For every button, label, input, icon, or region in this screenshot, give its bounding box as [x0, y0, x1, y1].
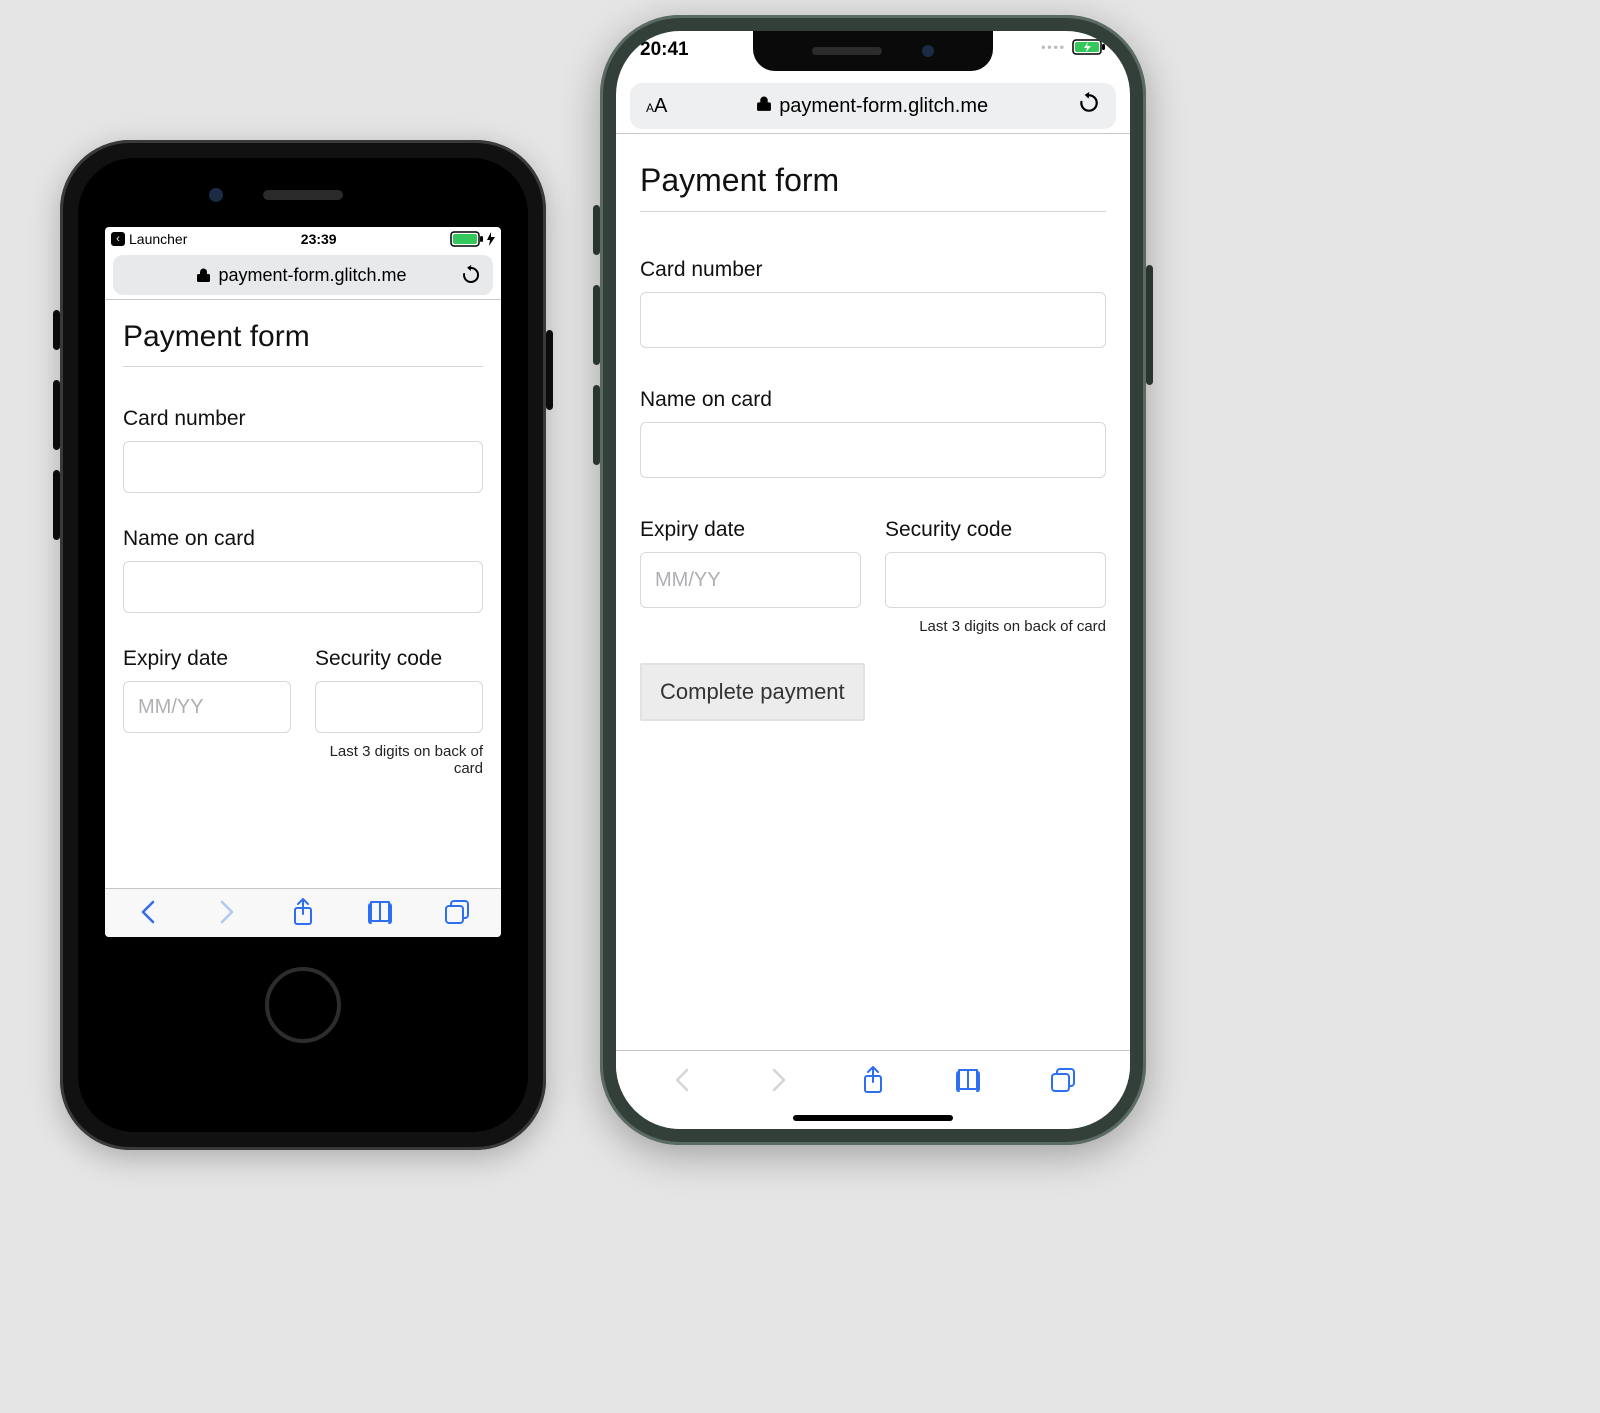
share-button[interactable] — [858, 1065, 888, 1095]
battery-indicator — [450, 231, 495, 247]
card-number-input[interactable] — [123, 441, 483, 493]
home-button[interactable] — [265, 967, 341, 1043]
cvc-group: Security code Last 3 digits on back of c… — [315, 647, 483, 777]
cellular-signal-icon: •••• — [1041, 40, 1066, 54]
name-on-card-label: Name on card — [640, 388, 1106, 412]
expiry-group: Expiry date — [640, 518, 861, 635]
mute-switch — [53, 310, 60, 350]
web-content: Payment form Card number Name on card Ex… — [616, 134, 1130, 1050]
cvc-label: Security code — [885, 518, 1106, 542]
name-on-card-group: Name on card — [123, 527, 483, 613]
cvc-hint: Last 3 digits on back of card — [885, 618, 1106, 635]
volume-down — [593, 385, 600, 465]
card-number-label: Card number — [123, 407, 483, 431]
web-content: Payment form Card number Name on card Ex… — [105, 300, 501, 888]
battery-icon — [1072, 39, 1106, 55]
back-to-app-chip[interactable]: ‹ Launcher — [111, 231, 187, 247]
url-text: payment-form.glitch.me — [218, 265, 406, 286]
name-on-card-input[interactable] — [123, 561, 483, 613]
cvc-input[interactable] — [315, 681, 483, 733]
expiry-input[interactable] — [123, 681, 291, 733]
mute-switch — [593, 205, 600, 255]
name-on-card-label: Name on card — [123, 527, 483, 551]
earpiece-speaker-icon — [263, 190, 343, 200]
url-address: payment-form.glitch.me — [757, 95, 988, 118]
safari-url-bar[interactable]: AA payment-form.glitch.me — [630, 83, 1116, 129]
expiry-group: Expiry date — [123, 647, 291, 777]
device-bezel: ‹ Launcher 23:39 — [78, 158, 528, 1132]
text-size-button[interactable]: AA — [646, 95, 667, 118]
lock-icon — [757, 95, 771, 118]
forward-button[interactable] — [763, 1065, 793, 1095]
back-button[interactable] — [134, 897, 164, 927]
cvc-label: Security code — [315, 647, 483, 671]
page-title: Payment form — [123, 320, 483, 367]
url-address: payment-form.glitch.me — [197, 265, 406, 286]
expiry-cvc-row: Expiry date Security code Last 3 digits … — [123, 647, 483, 777]
status-bar: ‹ Launcher 23:39 — [105, 227, 501, 251]
status-time: 20:41 — [640, 39, 689, 61]
back-button[interactable] — [668, 1065, 698, 1095]
charging-bolt-icon — [487, 232, 495, 246]
card-number-group: Card number — [123, 407, 483, 493]
card-number-label: Card number — [640, 258, 1106, 282]
tabs-button[interactable] — [1048, 1065, 1078, 1095]
share-button[interactable] — [288, 897, 318, 927]
bookmarks-button[interactable] — [953, 1065, 983, 1095]
iphone8-device: ‹ Launcher 23:39 — [60, 140, 546, 1150]
expiry-input[interactable] — [640, 552, 861, 608]
expiry-cvc-row: Expiry date Security code Last 3 digits … — [640, 518, 1106, 635]
power-button — [1146, 265, 1153, 385]
home-indicator[interactable] — [793, 1115, 953, 1121]
forward-button[interactable] — [211, 897, 241, 927]
reload-button[interactable] — [1078, 92, 1100, 120]
display-notch — [753, 31, 993, 71]
bookmarks-button[interactable] — [365, 897, 395, 927]
expiry-label: Expiry date — [640, 518, 861, 542]
name-on-card-input[interactable] — [640, 422, 1106, 478]
lock-icon — [197, 268, 210, 283]
tabs-button[interactable] — [442, 897, 472, 927]
iphone11-device: 20:41 •••• AA payment-form.glitch.me — [600, 15, 1146, 1145]
cvc-hint: Last 3 digits on back of card — [315, 743, 483, 777]
power-button — [546, 330, 553, 410]
front-camera-icon — [922, 45, 934, 57]
volume-up — [593, 285, 600, 365]
battery-icon — [450, 231, 484, 247]
chevron-left-icon: ‹ — [111, 232, 125, 246]
safari-url-bar[interactable]: payment-form.glitch.me — [113, 255, 493, 295]
card-number-input[interactable] — [640, 292, 1106, 348]
status-right-cluster: •••• — [1041, 39, 1106, 55]
complete-payment-button[interactable]: Complete payment — [640, 663, 865, 721]
volume-down — [53, 470, 60, 540]
back-app-label: Launcher — [129, 231, 187, 247]
screen: ‹ Launcher 23:39 — [105, 227, 501, 937]
page-title: Payment form — [640, 162, 1106, 212]
cvc-group: Security code Last 3 digits on back of c… — [885, 518, 1106, 635]
expiry-label: Expiry date — [123, 647, 291, 671]
name-on-card-group: Name on card — [640, 388, 1106, 478]
url-text: payment-form.glitch.me — [779, 95, 988, 118]
front-camera-icon — [209, 188, 223, 202]
top-sensor-cluster — [78, 188, 528, 202]
status-time: 23:39 — [301, 231, 337, 247]
volume-up — [53, 380, 60, 450]
earpiece-speaker-icon — [812, 47, 882, 55]
reload-button[interactable] — [461, 265, 481, 285]
cvc-input[interactable] — [885, 552, 1106, 608]
safari-toolbar — [105, 888, 501, 937]
card-number-group: Card number — [640, 258, 1106, 348]
screen: 20:41 •••• AA payment-form.glitch.me — [616, 31, 1130, 1129]
